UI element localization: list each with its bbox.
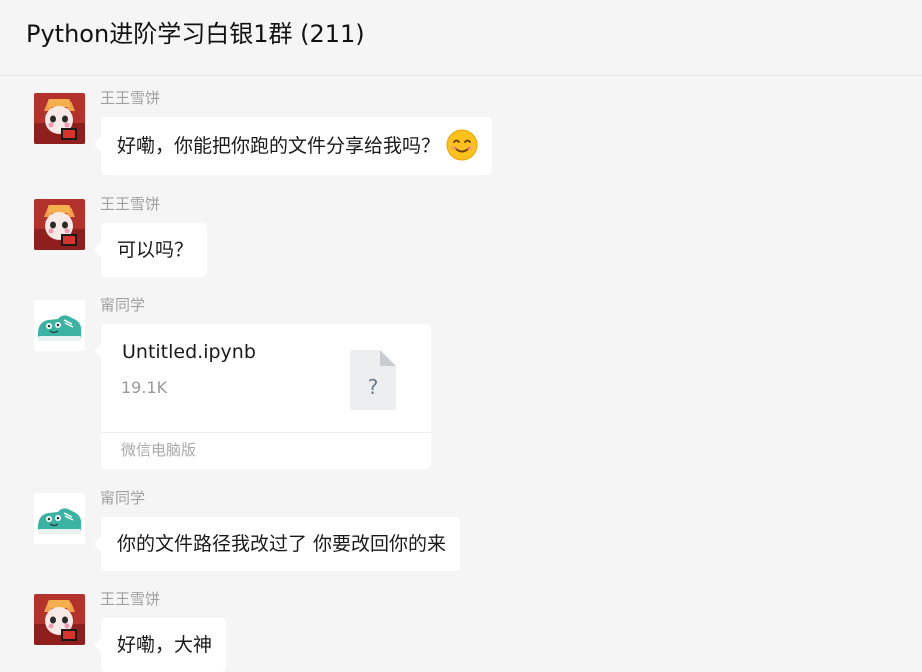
avatar[interactable] (34, 199, 85, 250)
avatar[interactable] (34, 300, 85, 351)
message-bubble[interactable]: 可以吗？ (93, 223, 208, 277)
file-message-card[interactable]: Untitled.ipynb 19.1K ? 微信电脑版 (94, 324, 431, 469)
sender-name: 王王雪饼 (100, 590, 161, 608)
avatar[interactable] (34, 594, 85, 645)
message-text: 好嘞，大神 (117, 634, 213, 656)
chat-header: Python进阶学习白银1群 (211) (0, 0, 922, 76)
file-icon-glyph: ? (368, 375, 379, 399)
smiling-face-emoji-icon (446, 129, 478, 160)
divider (101, 432, 431, 433)
message-bubble[interactable]: 你的文件路径我改过了 你要改回你的来 (93, 517, 461, 571)
fox-avatar-icon (34, 199, 85, 250)
message-text: 可以吗？ (117, 239, 194, 261)
shoe-avatar-icon (34, 300, 85, 351)
avatar[interactable] (34, 493, 85, 544)
message-bubble[interactable]: 好嘞，你能把你跑的文件分享给我吗？ (93, 117, 493, 175)
shoe-avatar-icon (34, 493, 85, 544)
file-source-label: 微信电脑版 (121, 441, 197, 459)
sender-name: 甯同学 (100, 489, 146, 507)
unknown-file-icon: ? (350, 350, 396, 410)
fox-avatar-icon (34, 93, 85, 144)
sender-name: 甯同学 (100, 296, 146, 314)
message-bubble[interactable]: 好嘞，大神 (93, 618, 227, 672)
avatar[interactable] (34, 93, 85, 144)
sender-name: 王王雪饼 (100, 195, 161, 213)
chat-title: Python进阶学习白银1群 (211) (26, 20, 365, 48)
message-text: 你的文件路径我改过了 你要改回你的来 (117, 533, 447, 555)
message-text: 好嘞，你能把你跑的文件分享给我吗？ (117, 135, 441, 157)
file-size: 19.1K (121, 378, 168, 397)
sender-name: 王王雪饼 (100, 89, 161, 107)
fox-avatar-icon (34, 594, 85, 645)
file-name: Untitled.ipynb (122, 341, 256, 363)
